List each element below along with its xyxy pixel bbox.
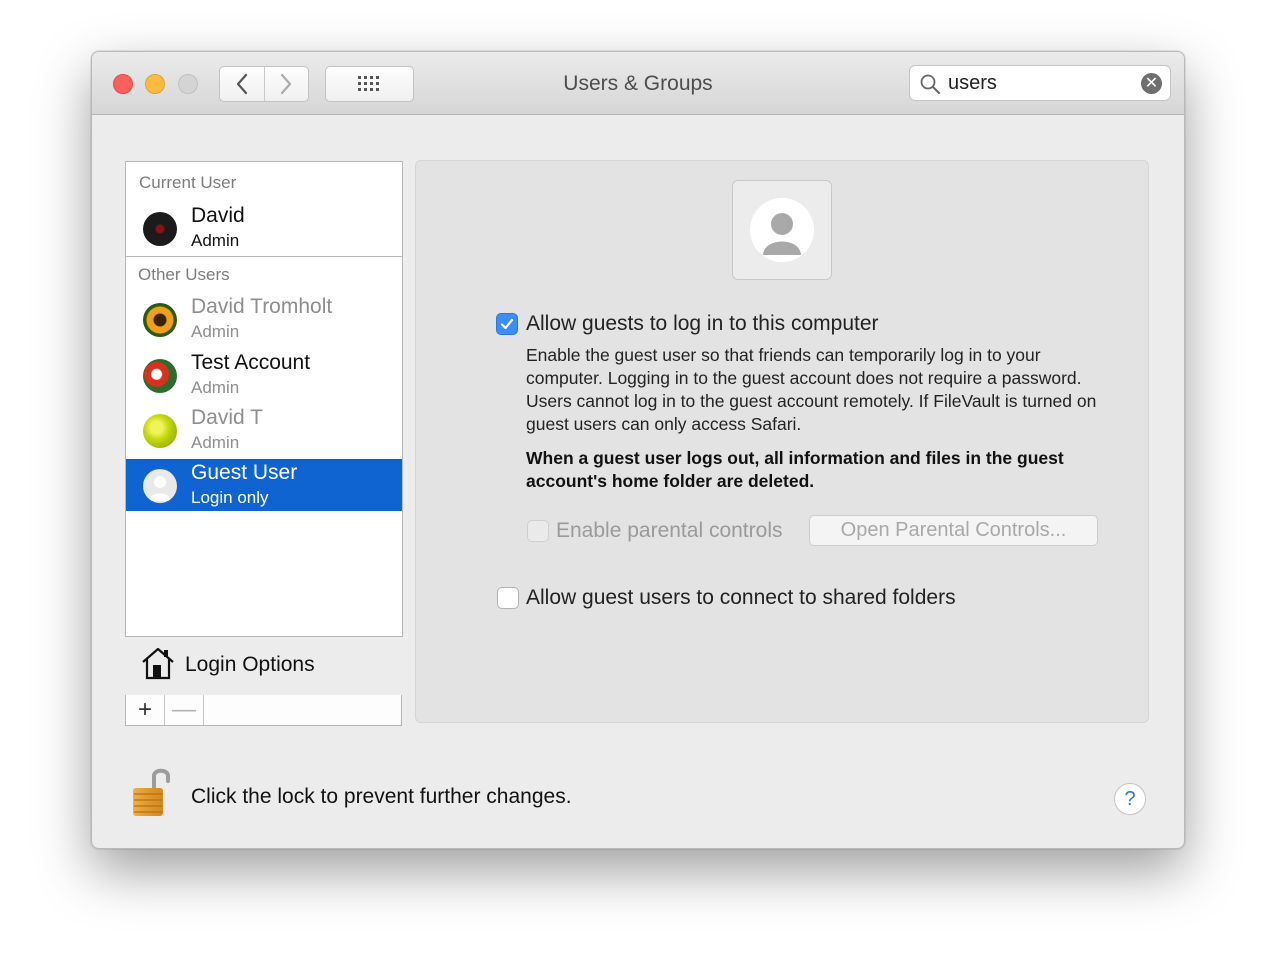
user-item-david-t[interactable]: David T Admin [126, 404, 402, 456]
unlocked-padlock-icon [133, 768, 170, 816]
add-user-button[interactable]: + [126, 695, 165, 725]
clear-icon[interactable]: ✕ [1141, 73, 1162, 94]
guest-settings-panel: Allow guests to log in to this computer … [415, 160, 1149, 723]
user-picture[interactable] [732, 180, 832, 280]
section-divider [126, 256, 402, 257]
user-name: David [191, 204, 245, 227]
add-remove-bar: + — [125, 695, 402, 726]
avatar [143, 414, 177, 448]
user-name: Test Account [191, 351, 311, 374]
user-role: Admin [191, 378, 240, 397]
guest-warning: When a guest user logs out, all informat… [526, 448, 1064, 491]
person-silhouette-icon [149, 476, 171, 501]
user-item-current[interactable]: David Admin [126, 202, 402, 254]
user-name: Guest User [191, 461, 298, 484]
user-name: David Tromholt [191, 295, 333, 318]
allow-guests-checkbox[interactable] [496, 313, 518, 335]
search-field[interactable]: ✕ [909, 65, 1171, 101]
user-role: Admin [191, 322, 240, 341]
avatar [143, 359, 177, 393]
open-parental-controls-button[interactable]: Open Parental Controls... [809, 515, 1098, 546]
other-users-header: Other Users [138, 265, 230, 284]
allow-guests-label: Allow guests to log in to this computer [526, 312, 879, 335]
shared-folders-checkbox[interactable] [497, 587, 519, 609]
user-item-test-account[interactable]: Test Account Admin [126, 349, 402, 401]
user-role: Admin [191, 231, 240, 250]
user-role: Login only [191, 488, 269, 507]
parental-controls-checkbox[interactable] [527, 520, 549, 542]
person-silhouette-icon [750, 198, 814, 262]
guest-description: Enable the guest user so that friends ca… [526, 345, 1097, 434]
avatar [143, 303, 177, 337]
avatar [143, 469, 177, 503]
search-icon [920, 74, 940, 94]
help-button[interactable]: ? [1114, 783, 1146, 815]
parental-controls-label: Enable parental controls [556, 519, 783, 542]
shared-folders-label: Allow guest users to connect to shared f… [526, 586, 956, 609]
search-input[interactable] [948, 71, 1128, 95]
current-user-header: Current User [139, 173, 237, 192]
login-options-label: Login Options [185, 653, 315, 676]
user-role: Admin [191, 433, 240, 452]
remove-user-button[interactable]: — [165, 695, 204, 725]
checkmark-icon [500, 318, 514, 330]
avatar [143, 212, 177, 246]
user-name: David T [191, 406, 263, 429]
user-item-david-tromholt[interactable]: David Tromholt Admin [126, 293, 402, 345]
title-bar: Users & Groups ✕ [92, 52, 1184, 115]
lock-status-text: Click the lock to prevent further change… [191, 785, 572, 808]
users-list: Current User David Admin Other Users Dav… [125, 161, 403, 680]
login-options-item[interactable]: Login Options [126, 637, 402, 695]
user-item-guest[interactable]: Guest User Login only [126, 459, 402, 511]
house-icon [142, 647, 174, 680]
preferences-window: Users & Groups ✕ Current User David Admi… [91, 51, 1185, 849]
lock-button[interactable] [130, 764, 174, 823]
